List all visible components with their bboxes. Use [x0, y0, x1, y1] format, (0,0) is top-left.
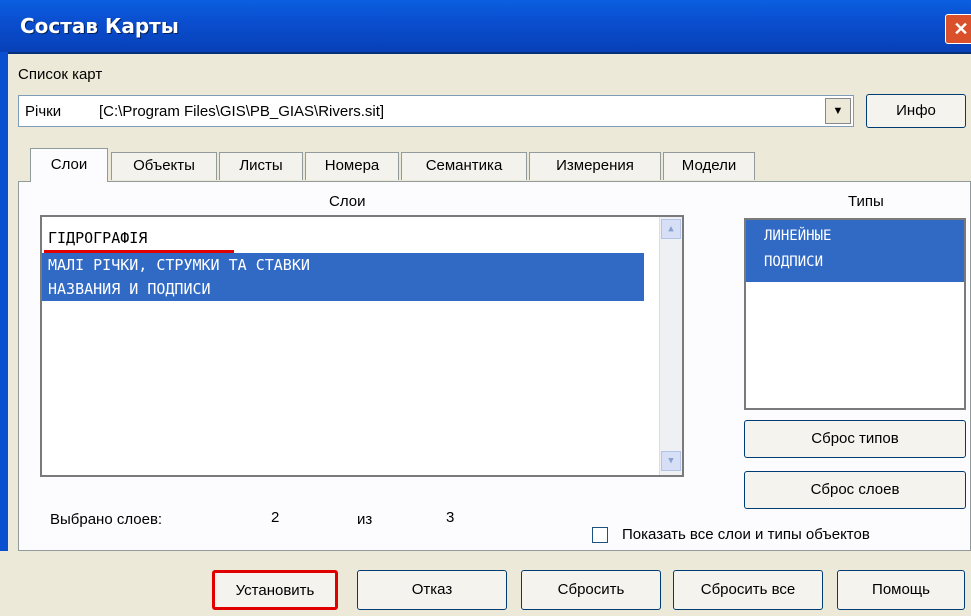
layer-item-small-rivers[interactable]: МАЛІ РІЧКИ, СТРУМКИ ТА СТАВКИ: [42, 253, 644, 277]
layer-item-hydrography[interactable]: ГІДРОГРАФІЯ: [42, 226, 648, 250]
layer-item-label: НАЗВАНИЯ И ПОДПИСИ: [48, 280, 211, 298]
layer-item-label: МАЛІ РІЧКИ, СТРУМКИ ТА СТАВКИ: [48, 256, 310, 274]
layer-item-label: ГІДРОГРАФІЯ: [48, 229, 148, 247]
map-select[interactable]: Річки [C:\Program Files\GIS\PB_GIAS\Rive…: [18, 95, 854, 127]
map-name: Річки: [25, 103, 62, 120]
types-header: Типы: [848, 193, 884, 210]
layers-scrollbar[interactable]: ▲ ▼: [659, 217, 682, 475]
scroll-down-icon[interactable]: ▼: [661, 451, 681, 471]
selected-count: 2: [271, 509, 280, 526]
cancel-button[interactable]: Отказ: [357, 570, 507, 610]
selected-layers-label: Выбрано слоев:: [50, 511, 163, 528]
tab-models[interactable]: Модели: [663, 152, 755, 180]
window-title: Состав Карты: [20, 14, 179, 38]
scroll-up-icon[interactable]: ▲: [661, 219, 681, 239]
show-all-checkbox[interactable]: [592, 527, 608, 543]
tab-numbers[interactable]: Номера: [305, 152, 399, 180]
map-path: [C:\Program Files\GIS\PB_GIAS\Rivers.sit…: [99, 103, 385, 120]
tab-measurements[interactable]: Измерения: [529, 152, 661, 180]
map-list-label: Список карт: [18, 66, 103, 83]
chevron-down-icon[interactable]: ▼: [825, 98, 851, 124]
reset-types-button[interactable]: Сброс типов: [744, 420, 966, 458]
info-button[interactable]: Инфо: [866, 94, 966, 128]
show-all-label: Показать все слои и типы объектов: [622, 526, 870, 543]
total-count: 3: [446, 509, 455, 526]
layer-item-names-labels[interactable]: НАЗВАНИЯ И ПОДПИСИ: [42, 277, 644, 301]
reset-all-button[interactable]: Сбросить все: [673, 570, 823, 610]
reset-layers-button[interactable]: Сброс слоев: [744, 471, 966, 509]
types-listbox[interactable]: ЛИНЕЙНЫЕ ПОДПИСИ: [744, 218, 966, 410]
window-frame-left: [0, 52, 8, 616]
close-icon[interactable]: ✕: [945, 14, 971, 44]
tab-objects[interactable]: Объекты: [111, 152, 217, 180]
tab-sheets[interactable]: Листы: [219, 152, 303, 180]
layers-listbox[interactable]: ГІДРОГРАФІЯ МАЛІ РІЧКИ, СТРУМКИ ТА СТАВК…: [40, 215, 684, 477]
help-button[interactable]: Помощь: [837, 570, 965, 610]
title-bar: Состав Карты ✕: [0, 0, 971, 54]
type-item-labels[interactable]: ПОДПИСИ: [764, 254, 823, 270]
install-button[interactable]: Установить: [212, 570, 338, 610]
reset-button[interactable]: Сбросить: [521, 570, 661, 610]
layers-header: Слои: [329, 193, 366, 210]
tab-semantics[interactable]: Семантика: [401, 152, 527, 180]
tab-layers[interactable]: Слои: [30, 148, 108, 182]
type-item-linear[interactable]: ЛИНЕЙНЫЕ: [764, 228, 831, 244]
of-label: из: [357, 511, 373, 528]
